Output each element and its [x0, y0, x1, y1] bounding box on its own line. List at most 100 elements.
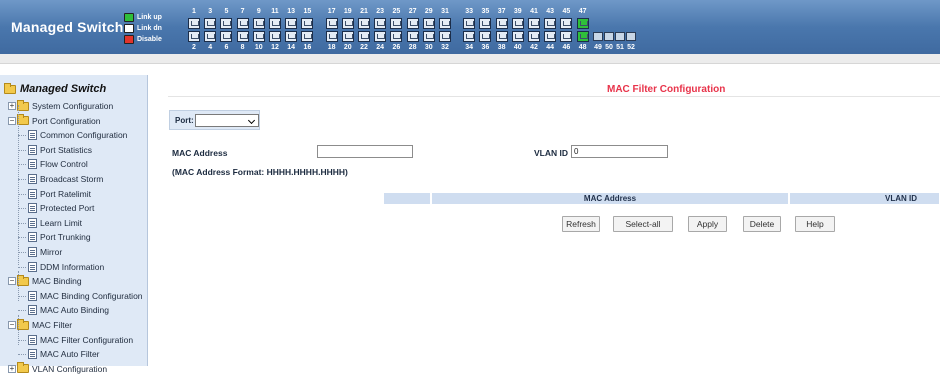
ethernet-port-icon[interactable]	[269, 31, 281, 42]
ethernet-port-icon[interactable]	[560, 31, 573, 42]
ethernet-port-icon[interactable]	[544, 31, 557, 42]
sfp-port-icon[interactable]	[593, 32, 603, 41]
sidebar-item-mac-filter-configuration[interactable]: MAC Filter Configuration	[28, 333, 133, 347]
ethernet-port-icon[interactable]	[422, 31, 435, 42]
sidebar-tree: Managed Switch + System Configuration − Por…	[0, 75, 148, 374]
tree-connector	[18, 295, 26, 297]
ethernet-port-icon[interactable]	[463, 31, 476, 42]
vlan-id-label: VLAN ID	[534, 148, 568, 158]
port-number-label: 16	[303, 44, 312, 51]
ethernet-port-icon[interactable]	[511, 18, 524, 29]
sidebar-item-mac-binding-configuration[interactable]: MAC Binding Configuration	[28, 289, 143, 303]
sidebar-item-ddm-information[interactable]: DDM Information	[28, 260, 104, 274]
ethernet-port-icon[interactable]	[252, 18, 265, 29]
port-number-label: 43	[546, 8, 555, 15]
port-number-label: 42	[530, 44, 538, 51]
sidebar-item-mirror[interactable]: Mirror	[28, 245, 62, 259]
ethernet-port-icon[interactable]	[528, 31, 540, 42]
port-select[interactable]	[195, 114, 259, 127]
ethernet-port-icon[interactable]	[301, 18, 314, 29]
ethernet-port-icon[interactable]	[406, 31, 419, 42]
ethernet-port-icon[interactable]	[439, 18, 451, 29]
ethernet-port-icon[interactable]	[576, 18, 589, 29]
ethernet-port-icon[interactable]	[285, 18, 298, 29]
ethernet-port-icon[interactable]	[341, 18, 354, 29]
ethernet-port-icon[interactable]	[188, 31, 200, 42]
ethernet-port-icon[interactable]	[220, 31, 233, 42]
ethernet-port-icon[interactable]	[325, 31, 338, 42]
sidebar-folder-vlan-configuration[interactable]: + VLAN Configuration	[8, 362, 107, 376]
sidebar-item-learn-limit[interactable]: Learn Limit	[28, 216, 82, 230]
collapse-icon[interactable]: −	[8, 321, 16, 329]
select-all-button[interactable]: Select-all	[613, 216, 673, 232]
ethernet-port-icon[interactable]	[374, 31, 387, 42]
ethernet-port-icon[interactable]	[463, 18, 476, 29]
port-selector-box: Port:	[169, 110, 260, 130]
ethernet-port-icon[interactable]	[422, 18, 435, 29]
ethernet-port-icon[interactable]	[560, 18, 573, 29]
sidebar-item-common-configuration[interactable]: Common Configuration	[28, 128, 127, 142]
expand-icon[interactable]: +	[8, 102, 16, 110]
ethernet-port-icon[interactable]	[495, 18, 508, 29]
port-number-label: 37	[497, 8, 506, 15]
sidebar-item-protected-port[interactable]: Protected Port	[28, 201, 94, 215]
delete-button[interactable]: Delete	[743, 216, 781, 232]
help-button[interactable]: Help	[795, 216, 835, 232]
ethernet-port-icon[interactable]	[252, 31, 265, 42]
sidebar-item-label: MAC Binding	[32, 276, 82, 287]
ethernet-port-icon[interactable]	[511, 31, 524, 42]
collapse-icon[interactable]: −	[8, 277, 16, 286]
port-number-label: 22	[360, 44, 368, 51]
sfp-port-icon[interactable]	[615, 32, 625, 41]
vlan-id-input[interactable]: 0	[571, 145, 668, 158]
ethernet-port-icon[interactable]	[358, 18, 370, 29]
ethernet-port-icon[interactable]	[236, 18, 249, 29]
sidebar-folder-system-configuration[interactable]: + System Configuration	[8, 99, 113, 113]
sidebar-item-mac-auto-binding[interactable]: MAC Auto Binding	[28, 303, 109, 317]
page-icon	[28, 159, 37, 170]
ethernet-port-icon[interactable]	[358, 31, 370, 42]
sidebar-folder-port-configuration[interactable]: − Port Configuration	[8, 114, 101, 128]
ethernet-port-icon[interactable]	[390, 31, 403, 42]
ethernet-port-icon[interactable]	[544, 18, 557, 29]
page-icon	[28, 174, 37, 184]
sidebar-item-label: Port Configuration	[32, 115, 101, 126]
sidebar-folder-mac-binding[interactable]: − MAC Binding	[8, 274, 82, 288]
ethernet-port-icon[interactable]	[479, 31, 492, 42]
mac-address-input[interactable]	[317, 145, 413, 158]
ethernet-port-icon[interactable]	[390, 18, 403, 29]
ethernet-port-icon[interactable]	[236, 31, 249, 42]
sidebar-item-mac-auto-filter[interactable]: MAC Auto Filter	[28, 347, 100, 361]
ethernet-port-icon[interactable]	[325, 18, 338, 29]
sidebar-item-port-trunking[interactable]: Port Trunking	[28, 230, 91, 244]
port-number-label: 28	[408, 44, 417, 51]
ethernet-port-icon[interactable]	[220, 18, 233, 29]
ethernet-port-icon[interactable]	[285, 31, 298, 42]
sidebar-item-broadcast-storm[interactable]: Broadcast Storm	[28, 172, 103, 186]
ethernet-port-icon[interactable]	[188, 18, 200, 29]
apply-button[interactable]: Apply	[688, 216, 727, 232]
collapse-icon[interactable]: −	[8, 116, 16, 125]
ethernet-port-icon[interactable]	[495, 31, 508, 42]
ethernet-port-icon[interactable]	[204, 18, 217, 29]
ethernet-port-icon[interactable]	[439, 31, 451, 42]
ethernet-port-icon[interactable]	[269, 18, 281, 29]
tree-connector	[18, 222, 26, 224]
sidebar-item-flow-control[interactable]: Flow Control	[28, 157, 88, 171]
ethernet-port-icon[interactable]	[204, 31, 217, 42]
ethernet-port-icon[interactable]	[528, 18, 540, 29]
ethernet-port-icon[interactable]	[479, 18, 492, 29]
sfp-port-icon[interactable]	[626, 32, 636, 41]
port-number-label: 30	[424, 44, 433, 51]
sfp-port-icon[interactable]	[604, 32, 614, 41]
ethernet-port-icon[interactable]	[341, 31, 354, 42]
sidebar-item-port-statistics[interactable]: Port Statistics	[28, 143, 92, 157]
ethernet-port-icon[interactable]	[576, 31, 589, 42]
ethernet-port-icon[interactable]	[374, 18, 387, 29]
port-label: Port:	[175, 116, 194, 125]
sidebar-item-port-ratelimit[interactable]: Port Ratelimit	[28, 187, 91, 201]
tree-root[interactable]: Managed Switch	[4, 82, 106, 95]
ethernet-port-icon[interactable]	[406, 18, 419, 29]
refresh-button[interactable]: Refresh	[562, 216, 600, 232]
ethernet-port-icon[interactable]	[301, 31, 314, 42]
